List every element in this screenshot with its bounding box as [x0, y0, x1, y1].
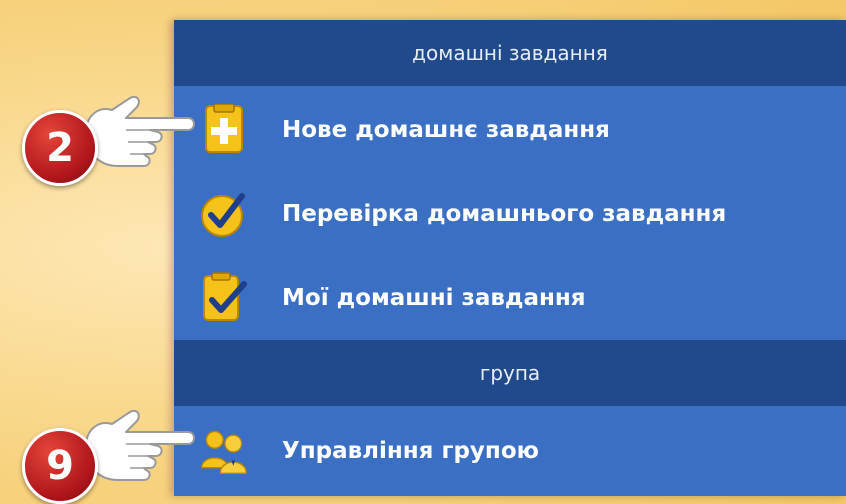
menu-item-my-homework[interactable]: Мої домашні завдання: [174, 256, 846, 340]
menu-item-label: Перевірка домашнього завдання: [282, 201, 727, 227]
checkmark-icon: [198, 188, 250, 240]
section-header-homework: домашні завдання: [174, 20, 846, 86]
menu-item-new-homework[interactable]: Нове домашнє завдання: [174, 88, 846, 172]
group-users-icon: [198, 425, 250, 477]
menu-item-label: Управління групою: [282, 438, 539, 464]
menu-item-group-management[interactable]: Управління групою: [174, 406, 846, 496]
menu-item-label: Нове домашнє завдання: [282, 117, 610, 143]
menu-item-check-homework[interactable]: Перевірка домашнього завдання: [174, 172, 846, 256]
step-badge: 9: [22, 428, 98, 504]
menu-item-label: Мої домашні завдання: [282, 285, 586, 311]
section-header-group: група: [174, 340, 846, 406]
my-homework-icon: [198, 272, 250, 324]
step-badge: 2: [22, 110, 98, 186]
homework-menu-panel: домашні завдання Нове домашнє завдання П…: [174, 20, 846, 496]
new-homework-icon: [198, 104, 250, 156]
